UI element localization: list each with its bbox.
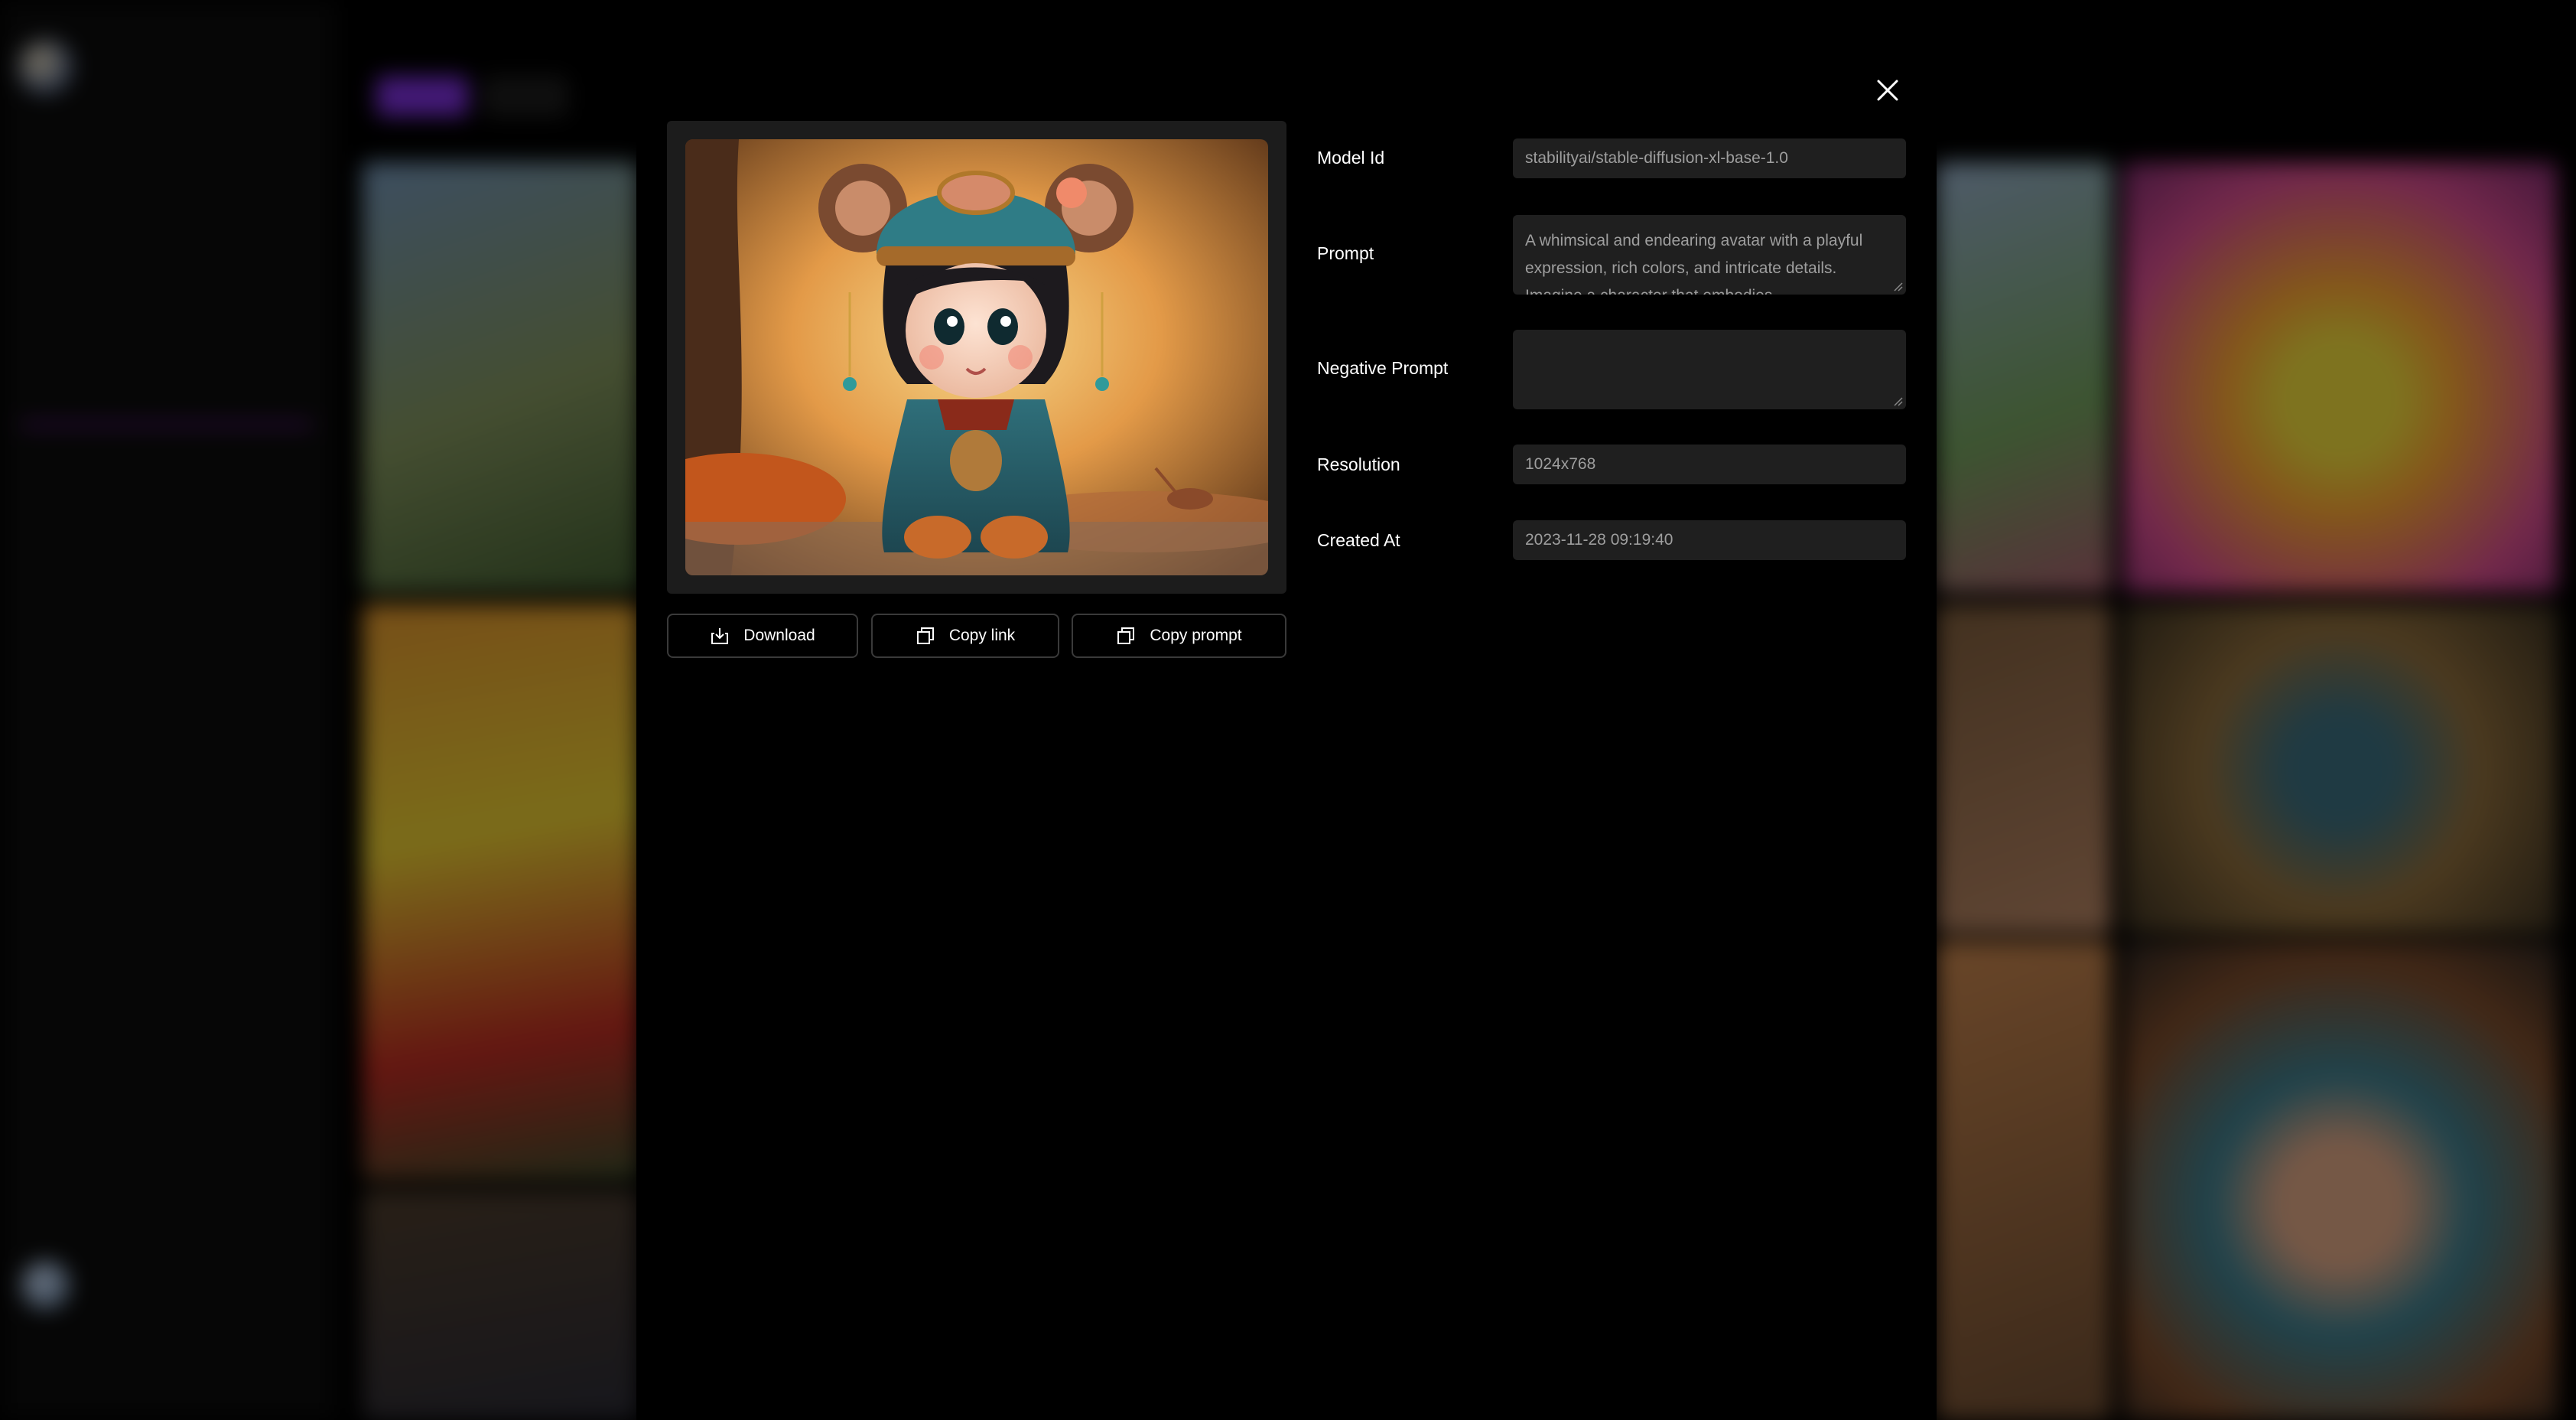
generated-image <box>685 139 1268 575</box>
copy-prompt-button[interactable]: Copy prompt <box>1072 614 1286 658</box>
created-at-label: Created At <box>1317 530 1400 550</box>
resolution-label: Resolution <box>1317 454 1400 474</box>
background-tile <box>363 162 638 592</box>
resolution-field[interactable]: 1024x768 <box>1513 445 1906 484</box>
background-tile <box>2123 604 2558 933</box>
background-tile <box>2123 162 2558 592</box>
background-tile <box>363 1190 638 1420</box>
copy-icon <box>916 627 934 644</box>
model-id-label: Model Id <box>1317 148 1385 168</box>
background-secondary-button <box>483 77 568 116</box>
created-at-field[interactable]: 2023-11-28 09:19:40 <box>1513 520 1906 560</box>
background-avatar <box>21 1261 70 1310</box>
close-icon <box>1877 80 1898 101</box>
background-active-indicator <box>21 422 312 427</box>
background-tile <box>1937 162 2111 592</box>
background-tile <box>2123 941 2558 1420</box>
copy-icon <box>1117 627 1135 644</box>
download-button[interactable]: Download <box>667 614 858 658</box>
negative-prompt-field[interactable] <box>1513 330 1906 409</box>
copy-link-label: Copy link <box>948 627 1016 644</box>
prompt-text: A whimsical and endearing avatar with a … <box>1525 232 1863 295</box>
copy-prompt-label: Copy prompt <box>1150 627 1242 644</box>
model-id-field[interactable]: stabilityai/stable-diffusion-xl-base-1.0 <box>1513 138 1906 178</box>
background-tile <box>363 604 638 1180</box>
background-logo <box>18 40 73 95</box>
background-sidebar <box>0 0 337 1420</box>
resize-handle-icon[interactable] <box>1892 396 1903 406</box>
download-label: Download <box>743 627 815 644</box>
background-tile <box>1937 604 2111 933</box>
download-icon <box>711 628 729 644</box>
copy-link-button[interactable]: Copy link <box>871 614 1059 658</box>
negative-prompt-label: Negative Prompt <box>1317 358 1449 378</box>
background-primary-button <box>376 77 468 116</box>
background-tile <box>1937 941 2111 1420</box>
prompt-field[interactable]: A whimsical and endearing avatar with a … <box>1513 215 1906 295</box>
close-button[interactable] <box>1869 72 1906 109</box>
prompt-label: Prompt <box>1317 243 1374 263</box>
resize-handle-icon[interactable] <box>1892 281 1903 291</box>
